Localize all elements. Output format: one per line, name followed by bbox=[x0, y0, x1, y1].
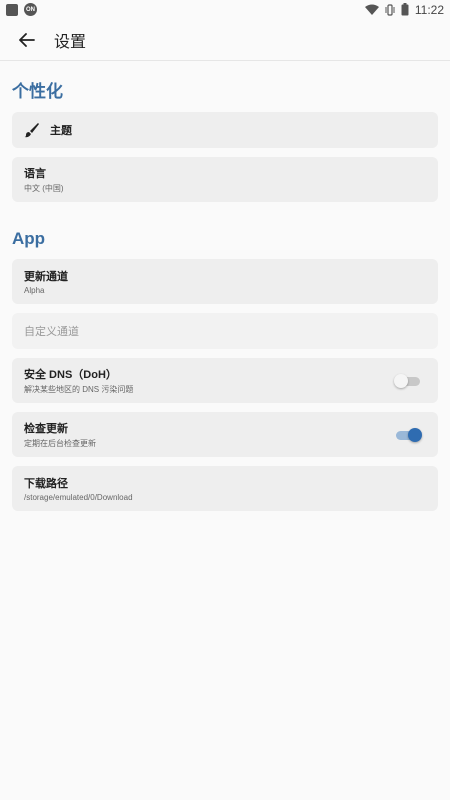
section-title-personalization: 个性化 bbox=[12, 82, 63, 101]
battery-icon bbox=[401, 3, 409, 16]
language-setting-label: 语言 bbox=[24, 168, 46, 180]
check-updates-toggle[interactable] bbox=[396, 427, 422, 442]
check-updates-setting[interactable]: 检查更新 定期在后台检查更新 bbox=[12, 412, 438, 457]
update-channel-label: 更新通道 bbox=[24, 271, 68, 283]
app-bar: 设置 bbox=[0, 19, 450, 61]
check-updates-label: 检查更新 bbox=[24, 423, 68, 435]
vpn-badge-icon: ON bbox=[24, 3, 37, 16]
language-setting[interactable]: 语言 中文 (中国) bbox=[12, 157, 438, 202]
section-app: App 更新通道 Alpha 自定义通道 安全 DNS（DoH） 解决某些地区的… bbox=[0, 211, 450, 511]
download-path-label: 下载路径 bbox=[24, 478, 68, 490]
arrow-back-icon bbox=[19, 32, 35, 47]
status-time: 11:22 bbox=[414, 2, 444, 17]
language-setting-value: 中文 (中国) bbox=[24, 184, 64, 193]
secure-dns-description: 解决某些地区的 DNS 污染问题 bbox=[24, 385, 134, 394]
check-updates-description: 定期在后台检查更新 bbox=[24, 439, 96, 448]
secure-dns-toggle[interactable] bbox=[394, 373, 422, 388]
download-path-value: /storage/emulated/0/Download bbox=[24, 493, 133, 502]
secure-dns-label: 安全 DNS（DoH） bbox=[24, 369, 117, 381]
download-path-setting[interactable]: 下载路径 /storage/emulated/0/Download bbox=[12, 466, 438, 511]
back-button[interactable] bbox=[14, 27, 40, 53]
custom-channel-input[interactable]: 自定义通道 bbox=[12, 313, 438, 349]
section-title-app: App bbox=[12, 229, 46, 248]
theme-setting-label: 主题 bbox=[50, 125, 72, 137]
brush-icon bbox=[24, 122, 40, 138]
page-title: 设置 bbox=[54, 33, 87, 51]
theme-setting[interactable]: 主题 bbox=[12, 112, 438, 148]
status-bar: ON 11:22 bbox=[0, 0, 450, 19]
notification-icon bbox=[6, 3, 18, 16]
wifi-icon bbox=[364, 4, 379, 15]
section-personalization: 个性化 主题 语言 中文 (中国) bbox=[0, 61, 450, 202]
update-channel-value: Alpha bbox=[24, 286, 45, 295]
custom-channel-placeholder: 自定义通道 bbox=[24, 326, 79, 338]
update-channel-setting[interactable]: 更新通道 Alpha bbox=[12, 259, 438, 304]
vibrate-icon bbox=[385, 3, 395, 16]
secure-dns-setting[interactable]: 安全 DNS（DoH） 解决某些地区的 DNS 污染问题 bbox=[12, 358, 438, 403]
